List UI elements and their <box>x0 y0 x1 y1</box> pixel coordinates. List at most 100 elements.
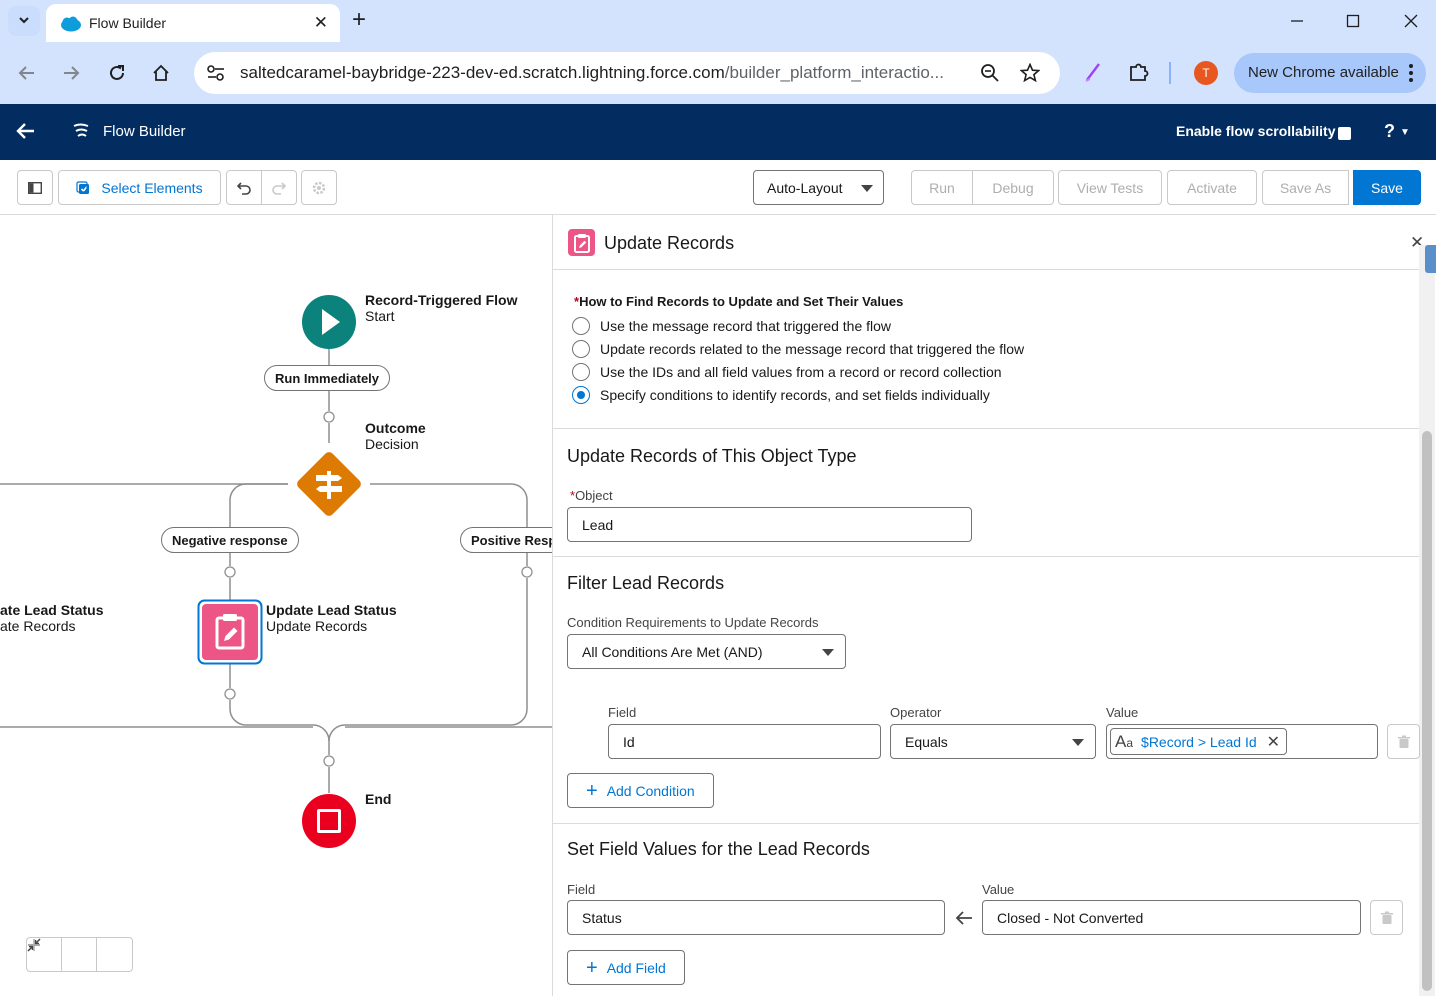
scrollability-checkbox[interactable] <box>1338 127 1351 140</box>
add-field-button[interactable]: + Add Field <box>567 950 685 985</box>
caret-down-icon: ▼ <box>1400 126 1410 138</box>
bookmark-star-icon[interactable] <box>1019 62 1041 86</box>
caret-down-icon <box>1072 739 1084 746</box>
help-menu[interactable]: ? ▼ <box>1384 121 1410 142</box>
profile-avatar[interactable]: T <box>1194 61 1218 85</box>
forward-button[interactable] <box>57 59 85 87</box>
option-related-records[interactable]: Update records related to the message re… <box>572 339 1024 359</box>
close-window-button[interactable] <box>1396 8 1426 34</box>
positive-response-pill[interactable]: Positive Resp <box>460 527 552 553</box>
add-condition-button[interactable]: + Add Condition <box>567 773 714 808</box>
zoom-in-button[interactable] <box>28 938 132 971</box>
activate-button[interactable]: Activate <box>1167 170 1257 205</box>
site-settings-icon[interactable] <box>206 64 226 85</box>
left-update-node-title: ate Lead Status <box>0 602 104 618</box>
negative-response-pill[interactable]: Negative response <box>161 527 299 553</box>
assignment-value-input[interactable]: Closed - Not Converted <box>982 900 1361 935</box>
operator-select[interactable]: Equals <box>890 724 1096 759</box>
delete-condition-button[interactable] <box>1387 724 1420 759</box>
run-immediately-pill[interactable]: Run Immediately <box>264 365 391 391</box>
home-icon[interactable] <box>147 59 175 87</box>
minimize-button[interactable] <box>1282 8 1312 34</box>
layout-mode-select[interactable]: Auto-Layout <box>753 170 884 205</box>
decision-node-icon[interactable] <box>289 444 369 524</box>
save-button[interactable]: Save <box>1353 170 1421 205</box>
panel-scrollbar[interactable] <box>1419 245 1435 996</box>
caret-down-icon <box>822 649 834 656</box>
pen-extension-icon[interactable] <box>1084 61 1102 86</box>
update-records-icon <box>568 229 595 256</box>
record-lead-id-pill[interactable]: Aa $Record > Lead Id ✕ <box>1110 728 1288 755</box>
left-update-node-label: ate Lead Status ate Records <box>0 602 103 634</box>
left-update-node-subtitle: ate Records <box>0 618 76 634</box>
flow-settings-button[interactable] <box>301 170 337 205</box>
assignment-value: Closed - Not Converted <box>997 910 1144 926</box>
browser-tab[interactable]: Flow Builder ✕ <box>46 4 340 42</box>
end-node-icon[interactable] <box>301 793 357 849</box>
more-menu-icon[interactable] <box>1408 63 1414 83</box>
maximize-button[interactable] <box>1338 8 1368 34</box>
new-tab-button[interactable]: + <box>352 6 366 34</box>
toggle-panel-button[interactable] <box>17 170 53 205</box>
decision-node-subtitle: Decision <box>365 436 419 452</box>
assignment-field-input[interactable]: Status <box>567 900 945 935</box>
object-input[interactable]: Lead <box>567 507 972 542</box>
update-node-subtitle: Update Records <box>266 618 368 634</box>
fit-view-button[interactable] <box>27 938 97 971</box>
scrollbar-thumb[interactable] <box>1422 431 1432 991</box>
reload-icon[interactable] <box>103 59 131 87</box>
builder-toolbar: Select Elements Auto-Layout Run Debug Vi… <box>0 160 1436 215</box>
condition-requirements-select[interactable]: All Conditions Are Met (AND) <box>567 634 846 669</box>
close-tab-icon[interactable]: ✕ <box>314 13 328 33</box>
extensions-puzzle-icon[interactable] <box>1128 61 1150 86</box>
radio-button[interactable] <box>572 340 590 358</box>
undo-icon <box>236 181 251 195</box>
back-button[interactable] <box>13 59 41 87</box>
zoom-icon[interactable] <box>980 63 1000 86</box>
update-node-label: Update Lead Status Update Records <box>266 602 397 634</box>
update-chrome-button[interactable]: New Chrome available <box>1234 53 1426 93</box>
back-arrow-icon[interactable] <box>16 121 36 144</box>
redo-button[interactable] <box>261 170 297 205</box>
decision-node-label: Outcome Decision <box>365 420 426 452</box>
app-header: Flow Builder Enable flow scrollability ?… <box>0 104 1436 160</box>
delete-assignment-button[interactable] <box>1370 900 1403 935</box>
start-node-label: Record-Triggered Flow Start <box>365 292 517 324</box>
update-node-title: Update Lead Status <box>266 602 397 618</box>
condition-field-input[interactable]: Id <box>608 724 881 759</box>
section-divider <box>553 556 1419 557</box>
radio-button-selected[interactable] <box>572 386 590 404</box>
plus-icon <box>28 939 40 951</box>
run-button[interactable]: Run <box>911 170 973 205</box>
update-records-node-icon[interactable] <box>197 599 263 665</box>
select-elements-button[interactable]: Select Elements <box>58 170 221 205</box>
option-message-record[interactable]: Use the message record that triggered th… <box>572 316 891 336</box>
tab-title: Flow Builder <box>89 15 167 31</box>
debug-button[interactable]: Debug <box>972 170 1054 205</box>
condition-value-input[interactable]: Aa $Record > Lead Id ✕ <box>1106 724 1378 759</box>
plus-icon: + <box>586 956 598 979</box>
option-ids-and-values[interactable]: Use the IDs and all field values from a … <box>572 362 1002 382</box>
view-tests-button[interactable]: View Tests <box>1058 170 1162 205</box>
assignment-field-label: Field <box>567 882 596 897</box>
radio-button[interactable] <box>572 363 590 381</box>
browser-toolbar: saltedcaramel-baybridge-223-dev-ed.scrat… <box>0 42 1436 104</box>
remove-pill-icon[interactable]: ✕ <box>1267 732 1280 752</box>
address-bar[interactable]: saltedcaramel-baybridge-223-dev-ed.scrat… <box>194 52 1060 94</box>
radio-button[interactable] <box>572 317 590 335</box>
caret-down-icon <box>861 185 873 192</box>
panel-header: Update Records <box>553 215 1423 270</box>
option-specify-conditions[interactable]: Specify conditions to identify records, … <box>572 385 990 405</box>
scrollability-label: Enable flow scrollability <box>1176 123 1336 139</box>
undo-button[interactable] <box>226 170 262 205</box>
flow-canvas[interactable]: Record-Triggered Flow Start Run Immediat… <box>0 215 552 996</box>
save-as-button[interactable]: Save As <box>1262 170 1349 205</box>
plus-icon: + <box>586 779 598 802</box>
object-label: *Object <box>570 488 613 503</box>
start-node-icon[interactable] <box>301 294 357 350</box>
tab-search-button[interactable] <box>8 6 40 36</box>
condition-field-value: Id <box>623 734 635 750</box>
zoom-controls <box>26 937 133 972</box>
trash-icon <box>1397 735 1410 748</box>
arrow-left-icon <box>955 910 973 929</box>
